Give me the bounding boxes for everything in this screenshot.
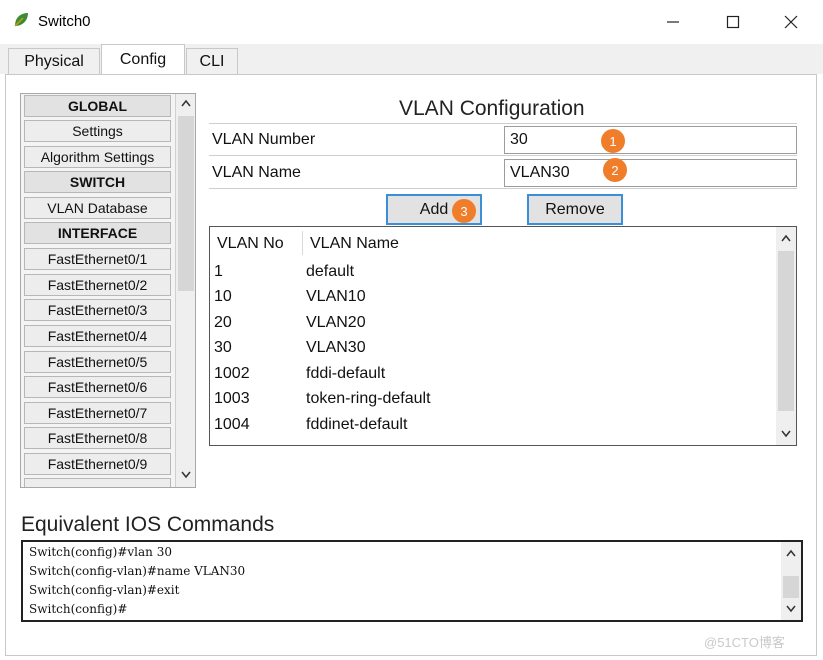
vlan-name-label: VLAN Name	[212, 164, 301, 181]
table-cell-vlan-no: 10	[214, 288, 232, 305]
console-line: Switch(config-vlan)#name VLAN30	[29, 564, 246, 578]
close-icon	[784, 15, 798, 29]
form-divider	[209, 188, 797, 189]
step-badge-1: 1	[601, 129, 625, 153]
vlan-number-input[interactable]: 30	[504, 126, 797, 154]
close-button[interactable]	[776, 10, 806, 34]
table-cell-vlan-no: 1004	[214, 416, 250, 433]
ios-commands-title: Equivalent IOS Commands	[21, 513, 275, 536]
console-line: Switch(config-vlan)#exit	[29, 583, 180, 597]
tab-bar: Physical Config CLI	[0, 44, 823, 75]
sidebar-item-vlan-database[interactable]: VLAN Database	[24, 197, 171, 219]
maximize-icon	[726, 15, 740, 29]
sidebar-item-settings[interactable]: Settings	[24, 120, 171, 142]
console-line: Switch(config)#	[29, 602, 128, 616]
vlan-config-title: VLAN Configuration	[399, 97, 585, 120]
chevron-down-icon[interactable]	[786, 605, 796, 613]
chevron-down-icon[interactable]	[781, 430, 791, 438]
table-cell-vlan-no: 1	[214, 263, 223, 280]
app-leaf-icon	[14, 13, 28, 27]
maximize-button[interactable]	[718, 10, 748, 34]
form-divider	[209, 123, 797, 124]
sidebar-item-fastethernet0-2[interactable]: FastEthernet0/2	[24, 274, 171, 296]
column-header-vlan-no: VLAN No	[217, 235, 284, 252]
sidebar-item-fastethernet0-5[interactable]: FastEthernet0/5	[24, 351, 171, 373]
remove-button[interactable]: Remove	[527, 194, 623, 225]
console-scroll-thumb[interactable]	[783, 576, 799, 598]
tab-cli[interactable]: CLI	[186, 48, 238, 74]
sidebar-item-fastethernet0-8[interactable]: FastEthernet0/8	[24, 427, 171, 449]
chevron-up-icon[interactable]	[781, 234, 791, 242]
table-cell-vlan-name: fddi-default	[306, 365, 386, 382]
tab-config[interactable]: Config	[101, 44, 185, 75]
sidebar-item-partial[interactable]	[24, 478, 171, 487]
sidebar-item-fastethernet0-4[interactable]: FastEthernet0/4	[24, 325, 171, 347]
chevron-up-icon[interactable]	[786, 549, 796, 557]
sidebar-header-interface: INTERFACE	[24, 222, 171, 244]
sidebar-item-fastethernet0-3[interactable]: FastEthernet0/3	[24, 299, 171, 321]
chevron-up-icon[interactable]	[181, 99, 191, 107]
sidebar-item-fastethernet0-1[interactable]: FastEthernet0/1	[24, 248, 171, 270]
table-cell-vlan-name: fddinet-default	[306, 416, 408, 433]
vlan-table-scrollbar[interactable]	[776, 227, 796, 445]
console-line: Switch(config)#vlan 30	[29, 545, 172, 559]
ios-commands-console[interactable]: Switch(config)#vlan 30 Switch(config-vla…	[21, 540, 803, 622]
table-cell-vlan-name: VLAN20	[306, 314, 366, 331]
vlan-name-input[interactable]: VLAN30	[504, 159, 797, 187]
sidebar: GLOBAL Settings Algorithm Settings SWITC…	[20, 93, 196, 488]
form-divider	[209, 155, 797, 156]
table-cell-vlan-name: VLAN10	[306, 288, 366, 305]
sidebar-item-fastethernet0-7[interactable]: FastEthernet0/7	[24, 402, 171, 424]
table-cell-vlan-no: 30	[214, 339, 232, 356]
sidebar-item-fastethernet0-9[interactable]: FastEthernet0/9	[24, 453, 171, 475]
vlan-number-label: VLAN Number	[212, 131, 316, 148]
vlan-table-scroll-thumb[interactable]	[778, 251, 794, 411]
table-cell-vlan-name: token-ring-default	[306, 390, 431, 407]
step-badge-2: 2	[603, 158, 627, 182]
sidebar-header-switch: SWITCH	[24, 171, 171, 193]
sidebar-header-global: GLOBAL	[24, 95, 171, 117]
tab-physical[interactable]: Physical	[8, 48, 100, 74]
window-title: Switch0	[38, 13, 91, 30]
table-cell-vlan-name: default	[306, 263, 355, 280]
column-header-vlan-name: VLAN Name	[310, 235, 399, 252]
table-cell-vlan-no: 20	[214, 314, 232, 331]
sidebar-scroll-thumb[interactable]	[178, 116, 194, 291]
sidebar-scrollbar[interactable]	[175, 94, 195, 487]
console-scrollbar[interactable]	[781, 542, 801, 620]
vlan-list-table[interactable]: VLAN No VLAN Name 1 default 10 VLAN10 20…	[209, 226, 797, 446]
watermark: @51CTO博客	[704, 635, 785, 650]
table-cell-vlan-no: 1003	[214, 390, 250, 407]
table-cell-vlan-no: 1002	[214, 365, 250, 382]
title-bar: Switch0	[0, 0, 823, 44]
sidebar-item-algorithm-settings[interactable]: Algorithm Settings	[24, 146, 171, 168]
column-divider	[302, 231, 303, 255]
table-cell-vlan-name: VLAN30	[306, 339, 366, 356]
chevron-down-icon[interactable]	[181, 471, 191, 479]
minimize-button[interactable]	[658, 10, 688, 34]
step-badge-3: 3	[452, 199, 476, 223]
sidebar-item-fastethernet0-6[interactable]: FastEthernet0/6	[24, 376, 171, 398]
minimize-icon	[667, 21, 679, 23]
